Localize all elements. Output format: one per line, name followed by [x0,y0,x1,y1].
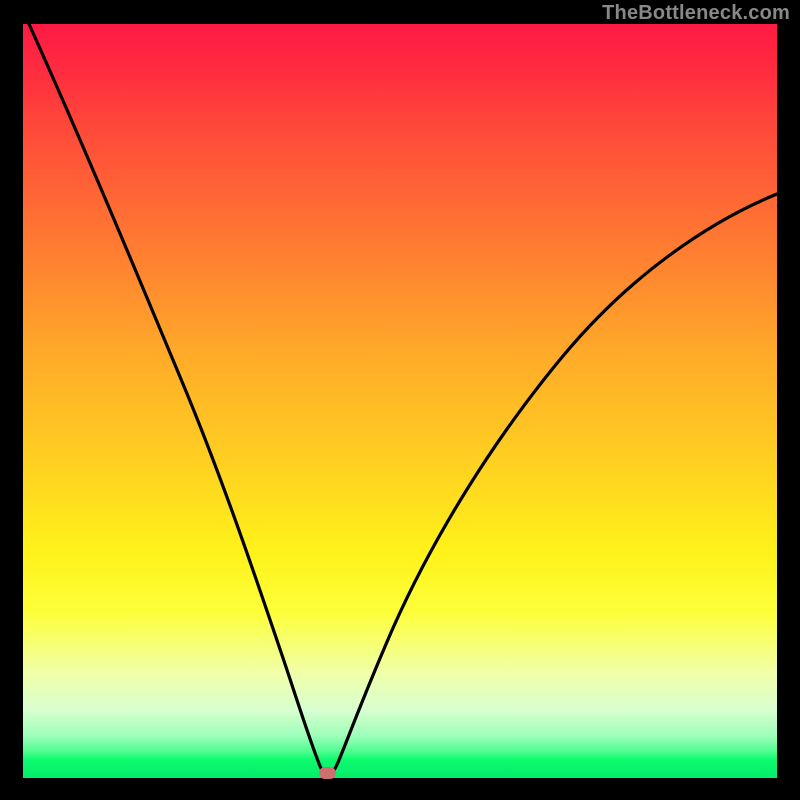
curve-svg [23,24,777,778]
bottleneck-curve [29,24,777,776]
chart-frame: TheBottleneck.com [0,0,800,800]
min-point-marker [319,767,336,779]
watermark-label: TheBottleneck.com [602,2,790,25]
plot-area [23,24,777,778]
